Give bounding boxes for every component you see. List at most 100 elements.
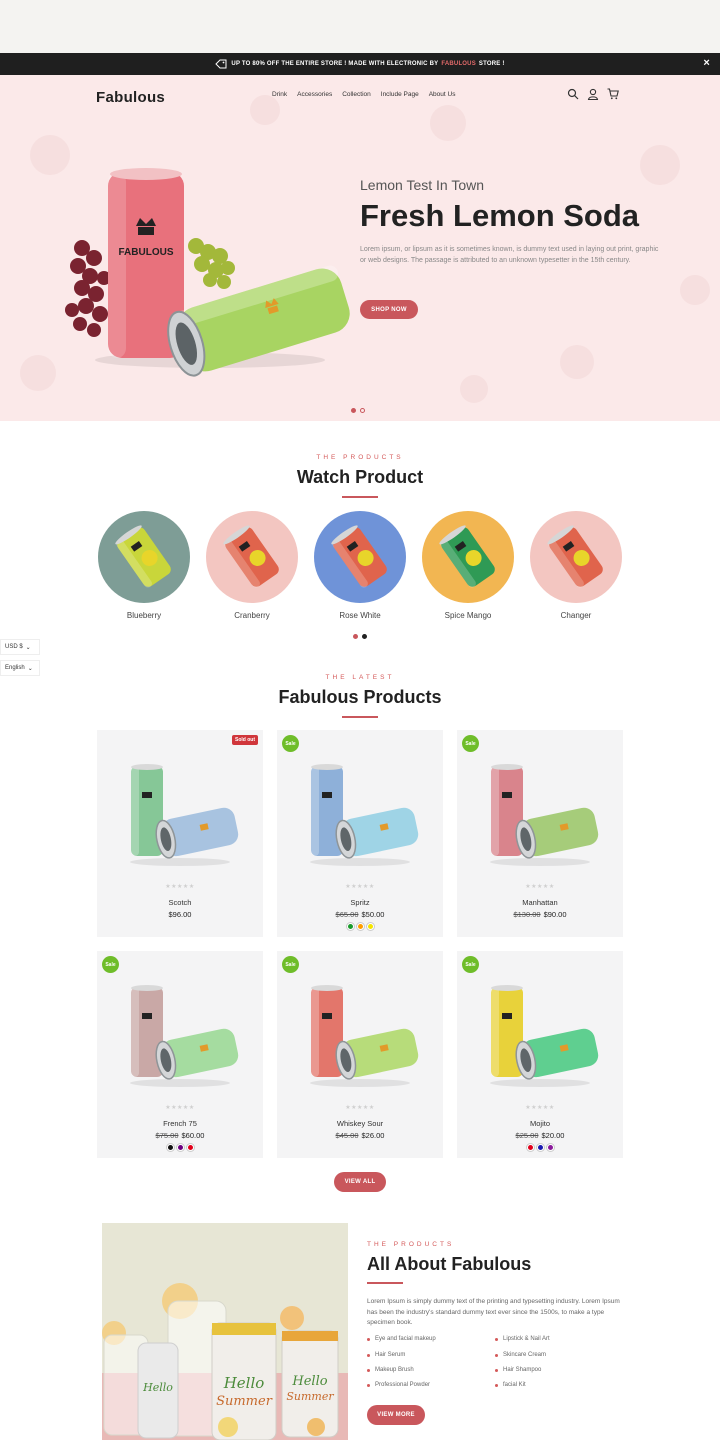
feature-item: Lipstick & Nail Art <box>495 1336 550 1342</box>
category-dot-1[interactable] <box>353 634 358 639</box>
color-swatch[interactable] <box>536 1144 544 1151</box>
color-swatch[interactable] <box>176 1144 184 1151</box>
current-price: $26.00 <box>361 1131 385 1140</box>
browser-top-space <box>0 0 720 53</box>
product-name[interactable]: Mojito <box>457 1119 623 1128</box>
feature-item: Eye and facial makeup <box>367 1336 436 1342</box>
current-price: $20.00 <box>541 1131 565 1140</box>
feature-item: Hair Shampoo <box>495 1367 541 1373</box>
sale-badge: Sale <box>462 735 479 752</box>
product-card[interactable]: Sold out ★★★★★ Scotch $96.00 <box>97 730 263 937</box>
categories-eyebrow: THE PRODUCTS <box>316 454 404 461</box>
old-price: $130.00 <box>513 910 541 919</box>
category-label[interactable]: Rose White <box>305 611 415 620</box>
category-can-image <box>223 525 279 588</box>
category-changer[interactable] <box>530 511 622 603</box>
view-all-button[interactable]: VIEW ALL <box>334 1172 386 1192</box>
product-name[interactable]: Spritz <box>277 898 443 907</box>
product-name[interactable]: Manhattan <box>457 898 623 907</box>
product-card[interactable]: Sale ★★★★★ Mojito $25.00 $20.00 <box>457 951 623 1158</box>
category-cranberry[interactable] <box>206 511 298 603</box>
product-name[interactable]: Whiskey Sour <box>277 1119 443 1128</box>
sale-badge: Sale <box>282 735 299 752</box>
tag-icon <box>215 59 227 69</box>
products-eyebrow: THE LATEST <box>325 674 395 681</box>
product-image[interactable] <box>477 752 603 870</box>
category-blueberry[interactable] <box>98 511 190 603</box>
color-swatches <box>97 1144 263 1151</box>
product-card[interactable]: Sale ★★★★★ French 75 $75.00 $60.00 <box>97 951 263 1158</box>
nav-item-include-page[interactable]: Include Page <box>381 91 419 98</box>
rating-stars: ★★★★★ <box>525 884 555 890</box>
color-swatch[interactable] <box>356 923 364 930</box>
close-icon[interactable]: × <box>703 57 710 69</box>
product-name[interactable]: French 75 <box>97 1119 263 1128</box>
category-label[interactable]: Cranberry <box>197 611 307 620</box>
chevron-down-icon: ⌄ <box>25 644 31 651</box>
rating-stars: ★★★★★ <box>345 1105 375 1111</box>
category-can-image <box>115 525 171 588</box>
slider-dot-2[interactable] <box>360 408 365 413</box>
rating-stars: ★★★★★ <box>345 884 375 890</box>
color-swatch[interactable] <box>546 1144 554 1151</box>
rating-stars: ★★★★★ <box>165 884 195 890</box>
product-price: $75.00 $60.00 <box>97 1131 263 1140</box>
category-spice-mango[interactable] <box>422 511 514 603</box>
category-dot-2[interactable] <box>362 634 367 639</box>
category-rose-white[interactable] <box>314 511 406 603</box>
current-price: $50.00 <box>361 910 385 919</box>
svg-text:Hello: Hello <box>291 1374 327 1389</box>
current-price: $96.00 <box>168 910 192 919</box>
color-swatches <box>277 923 443 930</box>
product-image[interactable] <box>117 752 243 870</box>
product-card[interactable]: Sale ★★★★★ Manhattan $130.00 $90.00 <box>457 730 623 937</box>
product-price: $45.00 $26.00 <box>277 1131 443 1140</box>
product-image[interactable] <box>297 973 423 1091</box>
currency-selector[interactable]: USD $ ⌄ <box>0 639 40 655</box>
cart-icon[interactable] <box>607 88 619 100</box>
color-swatch[interactable] <box>526 1144 534 1151</box>
svg-text:Hello: Hello <box>223 1374 265 1392</box>
product-card[interactable]: Sale ★★★★★ Spritz $65.00 $50.00 <box>277 730 443 937</box>
color-swatches <box>457 1144 623 1151</box>
header-icons <box>567 88 619 100</box>
current-price: $60.00 <box>181 1131 205 1140</box>
view-more-button[interactable]: VIEW MORE <box>367 1405 425 1425</box>
announcement-bar: UP TO 80% OFF THE ENTIRE STORE ! MADE WI… <box>0 53 720 75</box>
category-label[interactable]: Blueberry <box>89 611 199 620</box>
svg-text:Summer: Summer <box>216 1394 273 1409</box>
category-label[interactable]: Spice Mango <box>413 611 523 620</box>
shop-now-button[interactable]: SHOP NOW <box>360 300 418 319</box>
product-name[interactable]: Scotch <box>97 898 263 907</box>
search-icon[interactable] <box>567 88 579 100</box>
color-swatch[interactable] <box>166 1144 174 1151</box>
color-swatch[interactable] <box>346 923 354 930</box>
sale-badge: Sale <box>282 956 299 973</box>
old-price: $45.00 <box>335 1131 359 1140</box>
hero-subtitle: Lemon Test In Town <box>360 177 485 193</box>
product-image[interactable] <box>297 752 423 870</box>
slider-dot-1[interactable] <box>351 408 356 413</box>
category-label[interactable]: Changer <box>521 611 631 620</box>
product-image[interactable] <box>477 973 603 1091</box>
feature-item: Skincare Cream <box>495 1352 546 1358</box>
language-value: English <box>5 665 25 671</box>
color-swatch[interactable] <box>366 923 374 930</box>
product-image[interactable] <box>117 973 243 1091</box>
feature-item: Professional Powder <box>367 1382 430 1388</box>
about-image: Hello Summer Hello Summer Hello <box>102 1223 348 1440</box>
svg-text:Hello: Hello <box>142 1381 173 1394</box>
sale-badge: Sale <box>462 956 479 973</box>
feature-item: facial Kit <box>495 1382 526 1388</box>
hero-slider-dots <box>351 408 365 413</box>
product-price: $25.00 $20.00 <box>457 1131 623 1140</box>
hero-product-image: FABULOUS <box>65 168 350 377</box>
hero-description: Lorem ipsum, or lipsum as it is sometime… <box>360 246 659 264</box>
nav-item-about-us[interactable]: About Us <box>429 91 456 98</box>
product-price: $130.00 $90.00 <box>457 910 623 919</box>
color-swatch[interactable] <box>186 1144 194 1151</box>
categories-title: Watch Product <box>296 467 424 487</box>
product-card[interactable]: Sale ★★★★★ Whiskey Sour $45.00 $26.00 <box>277 951 443 1158</box>
announcement-highlight: FABULOUS <box>441 61 476 67</box>
user-icon[interactable] <box>587 88 599 100</box>
